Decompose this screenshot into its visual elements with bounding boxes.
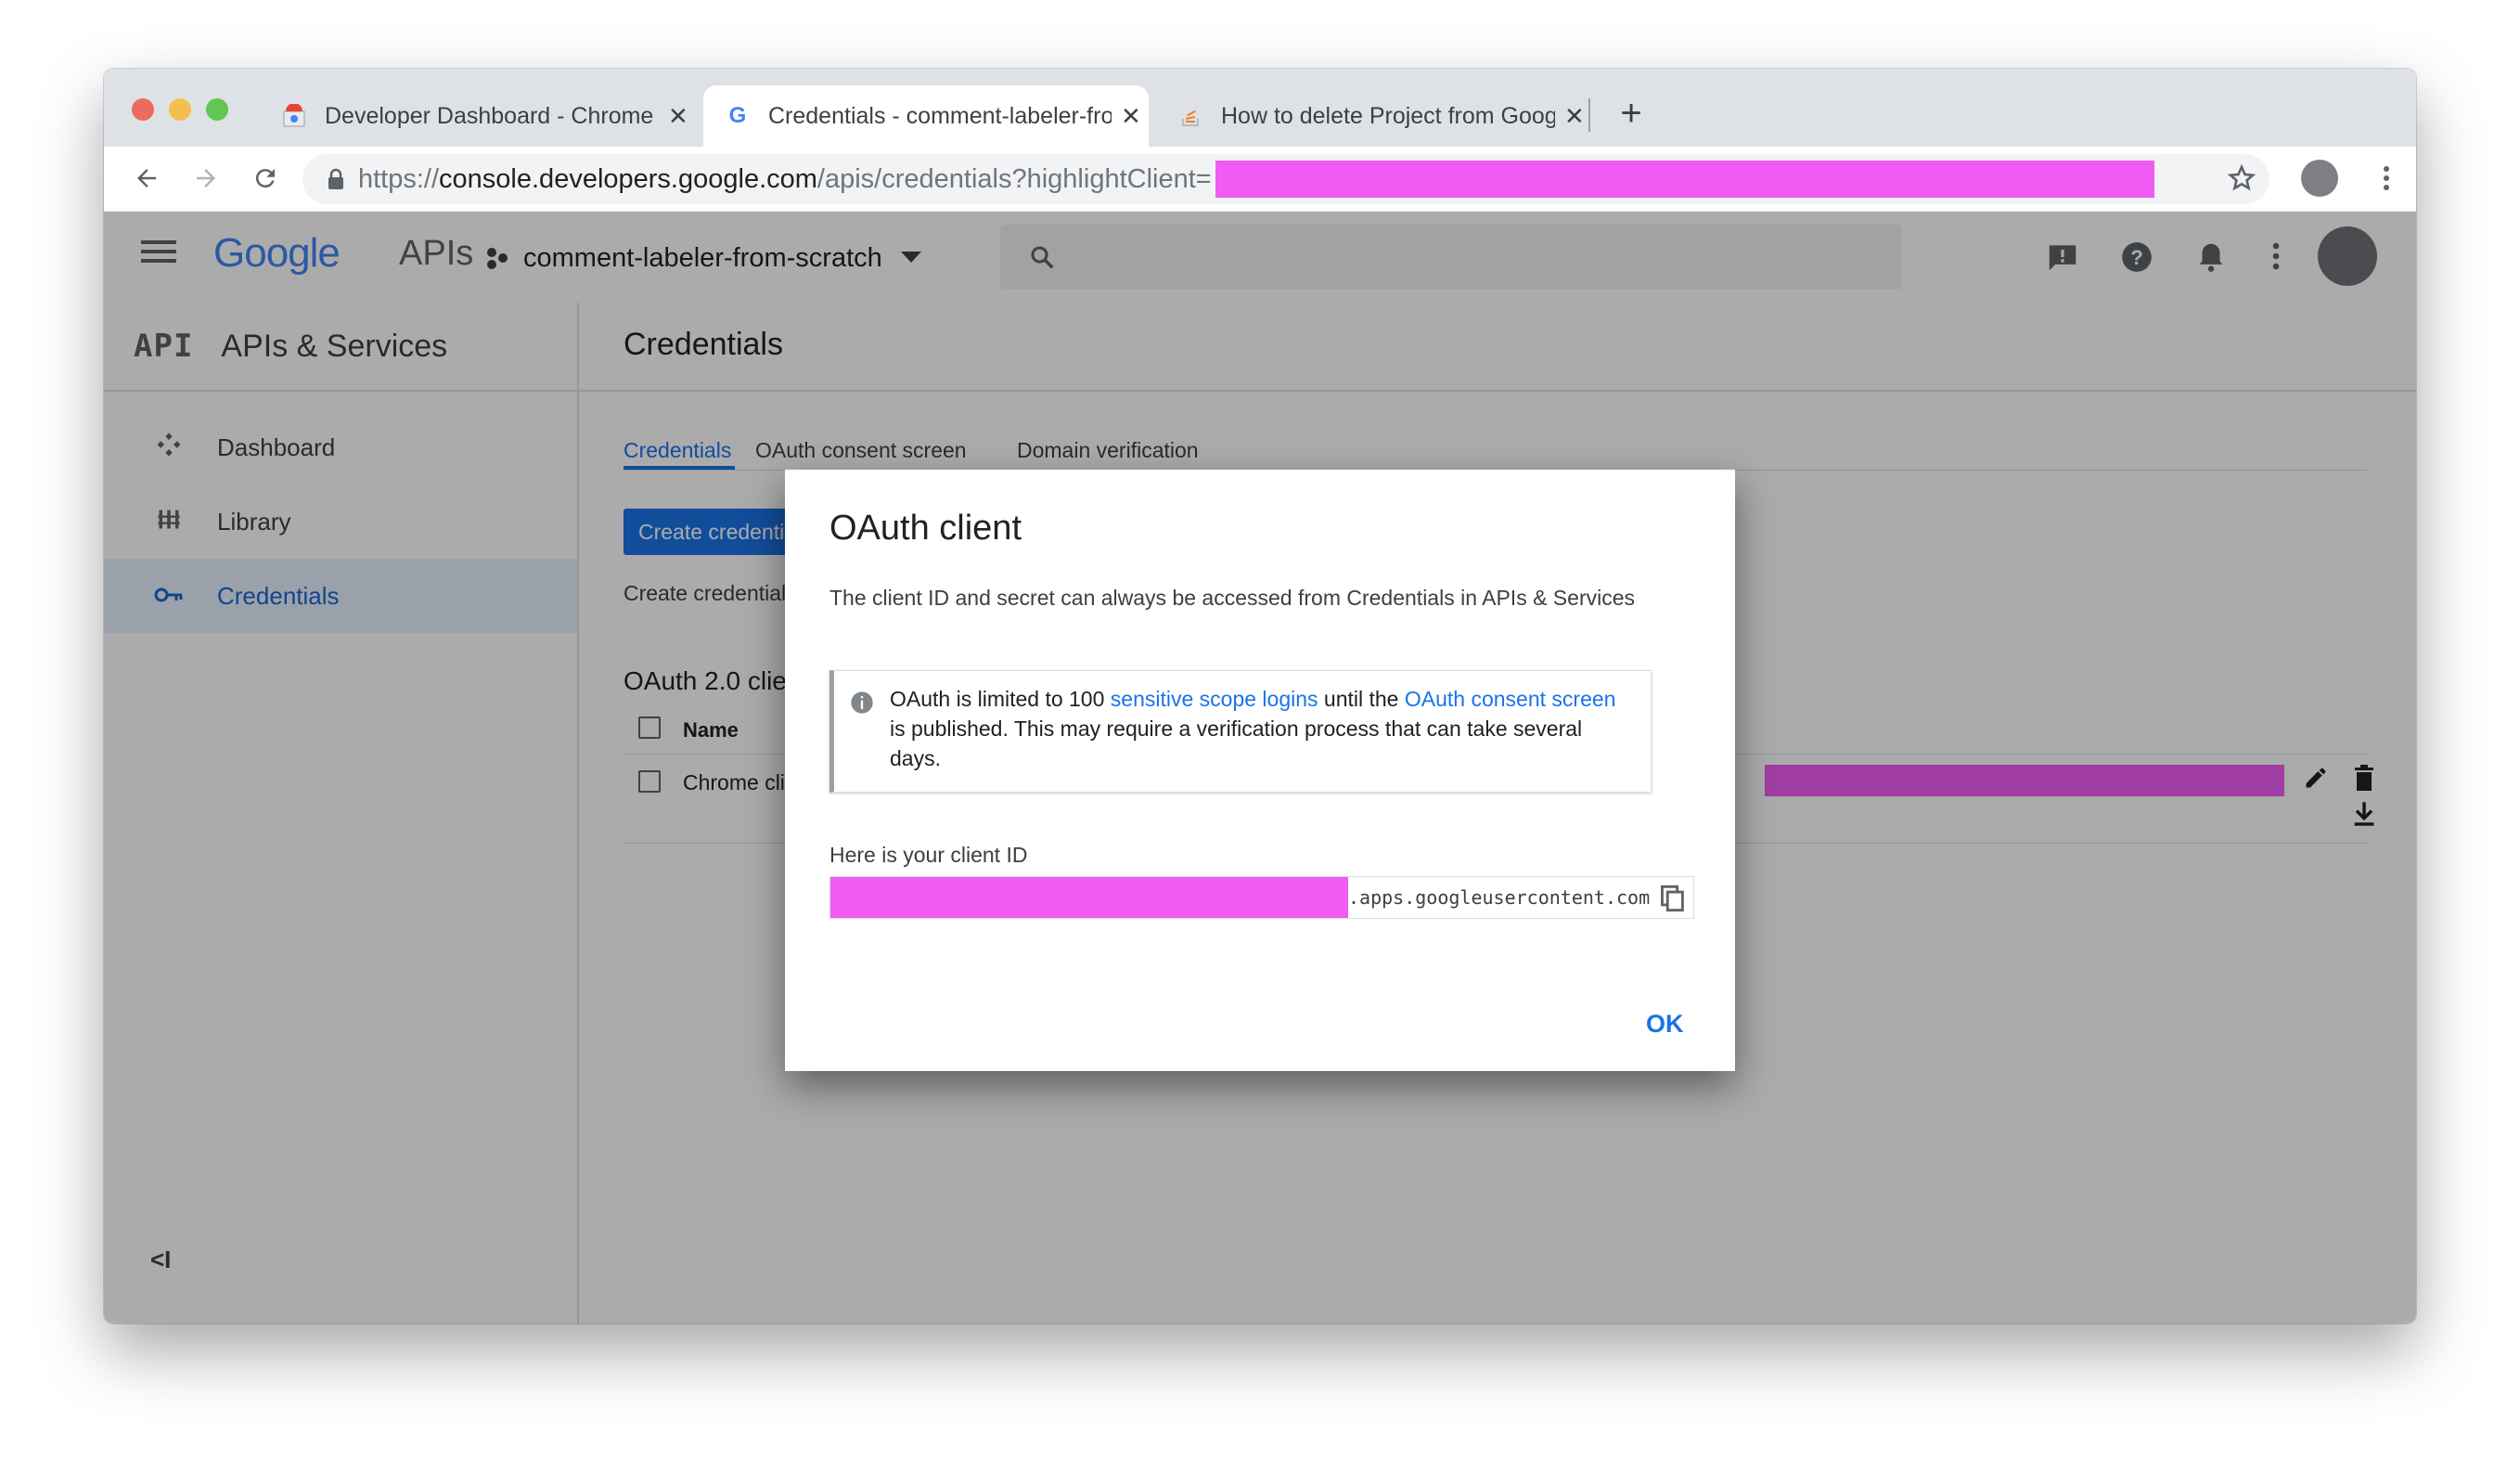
redacted-url	[1215, 161, 2154, 198]
address-bar[interactable]: https://console.developers.google.com/ap…	[302, 154, 2269, 204]
tab-stackoverflow[interactable]: How to delete Project from Google Develo…	[1156, 85, 1592, 147]
dialog-title: OAuth client	[829, 509, 1022, 548]
oauth-consent-screen-link[interactable]: OAuth consent screen	[1405, 687, 1616, 711]
tab-divider	[1588, 98, 1590, 132]
reload-icon	[255, 169, 275, 188]
stackoverflow-icon	[1178, 104, 1202, 128]
dialog-description: The client ID and secret can always be a…	[829, 586, 1636, 610]
star-icon	[2227, 163, 2256, 191]
client-id-suffix: .apps.googleusercontent.com	[1348, 886, 1651, 909]
more-vert-icon	[2384, 166, 2389, 190]
browser-toolbar: https://console.developers.google.com/ap…	[104, 147, 2416, 213]
tab-title: Credentials - comment-labeler-from-scrat…	[768, 102, 1112, 129]
tab-title: Developer Dashboard - Chrome Web Store	[325, 102, 659, 129]
redacted-client-id	[830, 877, 1348, 918]
forward-button[interactable]	[182, 154, 230, 202]
forward-arrow-icon	[197, 169, 215, 187]
new-tab-button[interactable]: +	[1607, 89, 1655, 137]
info-icon	[849, 690, 875, 720]
sensitive-scope-logins-link[interactable]: sensitive scope logins	[1111, 687, 1318, 711]
tab-title: How to delete Project from Google Develo…	[1221, 102, 1555, 129]
url-text: https://console.developers.google.com/ap…	[358, 163, 1212, 194]
client-id-label: Here is your client ID	[829, 843, 1028, 867]
google-g-icon: G	[728, 103, 747, 128]
bookmark-star-button[interactable]	[2218, 154, 2266, 202]
close-icon[interactable]: ✕	[668, 102, 688, 131]
back-arrow-icon	[137, 169, 156, 187]
back-button[interactable]	[122, 154, 171, 202]
zoom-window-button[interactable]	[206, 98, 228, 121]
minimize-window-button[interactable]	[169, 98, 191, 121]
notice-text: OAuth is limited to 100 sensitive scope …	[890, 687, 1616, 770]
tab-strip: Developer Dashboard - Chrome Web Store ✕…	[104, 69, 2416, 147]
close-icon[interactable]: ✕	[1564, 102, 1585, 131]
ok-button[interactable]: OK	[1646, 1010, 1684, 1039]
lock-icon	[327, 168, 345, 190]
oauth-limit-notice: OAuth is limited to 100 sensitive scope …	[829, 670, 1652, 793]
close-icon[interactable]: ✕	[1121, 102, 1141, 131]
oauth-client-dialog: OAuth client The client ID and secret ca…	[785, 470, 1735, 1071]
client-id-field[interactable]: .apps.googleusercontent.com	[829, 876, 1694, 919]
browser-menu-button[interactable]	[2362, 154, 2411, 202]
tab-developer-dashboard[interactable]: Developer Dashboard - Chrome Web Store ✕	[260, 85, 696, 147]
reload-button[interactable]	[241, 154, 289, 202]
chrome-web-store-icon	[282, 104, 306, 128]
copy-icon[interactable]	[1660, 884, 1686, 917]
close-window-button[interactable]	[132, 98, 154, 121]
tab-credentials[interactable]: G Credentials - comment-labeler-from-scr…	[703, 85, 1149, 147]
profile-avatar[interactable]	[2301, 160, 2338, 197]
